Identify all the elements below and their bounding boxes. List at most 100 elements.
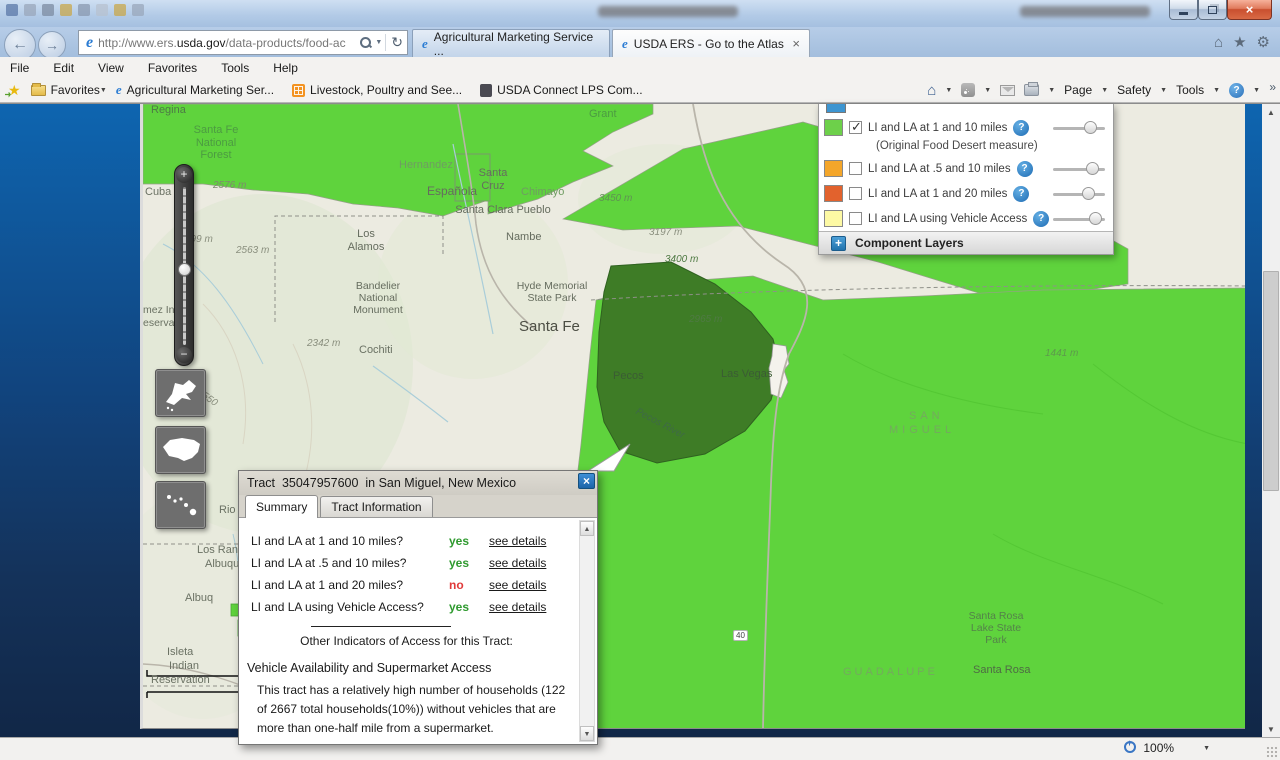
- extent-usa-button[interactable]: [155, 426, 206, 474]
- scroll-up-icon[interactable]: ▲: [1262, 104, 1280, 121]
- answer-value: yes: [449, 600, 489, 614]
- legend-checkbox[interactable]: ✓: [849, 121, 862, 134]
- address-bar[interactable]: e http://www.ers.usda.gov/data-products/…: [78, 30, 408, 55]
- print-icon[interactable]: [1024, 84, 1039, 96]
- page-menu[interactable]: Page: [1064, 83, 1092, 97]
- tools-menu[interactable]: Tools: [1176, 83, 1204, 97]
- add-favorite-icon[interactable]: ★: [8, 82, 21, 99]
- chevron-down-icon[interactable]: ▼: [1048, 87, 1055, 94]
- window-restore-button[interactable]: [1198, 0, 1227, 20]
- overflow-chevron-icon[interactable]: »: [1269, 80, 1276, 94]
- popup-close-button[interactable]: ×: [578, 473, 595, 489]
- map-label: Santa Fe: [519, 318, 580, 335]
- map-label: 3450 m: [599, 193, 632, 205]
- tab-label: Agricultural Marketing Service ...: [434, 30, 600, 58]
- menu-edit[interactable]: Edit: [53, 61, 74, 75]
- favorite-link-usda-connect[interactable]: USDA Connect LPS Com...: [471, 80, 651, 101]
- legend-checkbox[interactable]: ✓: [849, 187, 862, 200]
- map-label: 2576 m: [213, 180, 246, 192]
- legend-checkbox[interactable]: ✓: [849, 212, 862, 225]
- rss-feed-icon[interactable]: [961, 83, 975, 97]
- map-label: Los Alamos: [343, 228, 389, 253]
- chevron-down-icon[interactable]: ▼: [945, 87, 952, 94]
- chevron-down-icon[interactable]: ▼: [100, 87, 107, 94]
- menu-tools[interactable]: Tools: [221, 61, 249, 75]
- see-details-link[interactable]: see details: [489, 534, 546, 548]
- legend-color-swatch: [824, 185, 843, 202]
- expand-plus-icon[interactable]: +: [831, 236, 846, 251]
- transparency-slider[interactable]: [1053, 187, 1105, 201]
- menu-help[interactable]: Help: [273, 61, 298, 75]
- read-mail-icon[interactable]: [1000, 85, 1015, 96]
- scroll-down-icon[interactable]: ▼: [1262, 721, 1280, 738]
- tab-agricultural-marketing-service[interactable]: e Agricultural Marketing Service ...: [412, 29, 610, 57]
- chevron-down-icon[interactable]: ▼: [984, 87, 991, 94]
- map-label: Santa Clara Pueblo: [448, 204, 558, 217]
- see-details-link[interactable]: see details: [489, 556, 546, 570]
- favorites-menu[interactable]: Favorites: [51, 83, 100, 97]
- menu-favorites[interactable]: Favorites: [148, 61, 197, 75]
- zoom-handle[interactable]: [178, 263, 191, 276]
- map-label: Rio: [219, 504, 236, 517]
- favorite-link-livestock[interactable]: Livestock, Poultry and See...: [283, 80, 471, 101]
- component-layers-bar[interactable]: + Component Layers: [819, 231, 1113, 254]
- menu-view[interactable]: View: [98, 61, 124, 75]
- help-icon[interactable]: ?: [1017, 161, 1033, 177]
- favorite-link-ams[interactable]: e Agricultural Marketing Ser...: [107, 80, 283, 101]
- map-label: Reservation: [151, 674, 210, 687]
- favorites-folder-icon[interactable]: [31, 85, 46, 96]
- search-icon[interactable]: [359, 36, 372, 49]
- zoom-in-button[interactable]: +: [176, 167, 192, 183]
- menu-file[interactable]: File: [10, 61, 29, 75]
- extent-hawaii-button[interactable]: [155, 481, 206, 529]
- see-details-link[interactable]: see details: [489, 600, 546, 614]
- help-icon[interactable]: ?: [1033, 211, 1049, 227]
- other-indicators-header: Other Indicators of Access for this Trac…: [239, 634, 574, 648]
- tab-close-icon[interactable]: ×: [792, 36, 800, 51]
- home-icon[interactable]: ⌂: [1214, 34, 1223, 51]
- safety-menu[interactable]: Safety: [1117, 83, 1151, 97]
- map-label: 3197 m: [649, 227, 682, 239]
- tab-summary[interactable]: Summary: [245, 495, 318, 518]
- popup-scrollbar[interactable]: ▲ ▼: [579, 520, 595, 742]
- page-zoom-control[interactable]: 100% ▼: [1124, 741, 1210, 755]
- map-label: Grant: [589, 108, 617, 121]
- extent-alaska-button[interactable]: [155, 369, 206, 417]
- legend-label: LI and LA at 1 and 20 miles: [868, 188, 1007, 200]
- forward-button[interactable]: →: [38, 31, 66, 59]
- favorites-star-icon[interactable]: ★: [1233, 33, 1246, 51]
- legend-label: LI and LA at .5 and 10 miles: [868, 163, 1011, 175]
- window-minimize-button[interactable]: [1169, 0, 1198, 20]
- tract-description: This tract has a relatively high number …: [257, 681, 575, 738]
- window-close-button[interactable]: ×: [1227, 0, 1272, 20]
- map-label: Pecos River: [633, 406, 686, 441]
- scroll-up-icon[interactable]: ▲: [580, 521, 594, 536]
- transparency-slider[interactable]: [1053, 121, 1105, 135]
- scroll-down-icon[interactable]: ▼: [580, 726, 594, 741]
- map-zoom-slider[interactable]: + −: [174, 164, 194, 366]
- browser-scrollbar[interactable]: ▲ ▼: [1262, 104, 1280, 738]
- hawaii-icon: [156, 482, 207, 530]
- help-icon[interactable]: ?: [1013, 120, 1029, 136]
- map-label: Chimayo: [521, 186, 564, 199]
- see-details-link[interactable]: see details: [489, 578, 546, 592]
- tract-popup: Tract 35047957600 in San Miguel, New Mex…: [238, 470, 598, 745]
- resize-grip[interactable]: [1266, 746, 1278, 758]
- tab-usda-ers-atlas[interactable]: e USDA ERS - Go to the Atlas ×: [612, 29, 810, 57]
- zoom-out-button[interactable]: −: [176, 347, 192, 363]
- url-text[interactable]: http://www.ers.usda.gov/data-products/fo…: [98, 36, 359, 50]
- search-dropdown-icon[interactable]: ▼: [375, 39, 382, 46]
- refresh-icon[interactable]: ↻: [385, 34, 403, 51]
- tab-tract-information[interactable]: Tract Information: [320, 496, 432, 517]
- home-icon[interactable]: ⌂: [927, 82, 936, 99]
- map-label: 3400 m: [665, 254, 698, 266]
- settings-gear-icon[interactable]: ⚙: [1257, 33, 1270, 51]
- help-icon[interactable]: ?: [1229, 83, 1244, 98]
- popup-tabs: Summary Tract Information: [239, 495, 597, 518]
- transparency-slider[interactable]: [1053, 162, 1105, 176]
- legend-checkbox[interactable]: ✓: [849, 162, 862, 175]
- scrollbar-thumb[interactable]: [1263, 271, 1279, 491]
- transparency-slider[interactable]: [1053, 212, 1105, 226]
- chevron-down-icon[interactable]: ▼: [1203, 745, 1210, 752]
- help-icon[interactable]: ?: [1013, 186, 1029, 202]
